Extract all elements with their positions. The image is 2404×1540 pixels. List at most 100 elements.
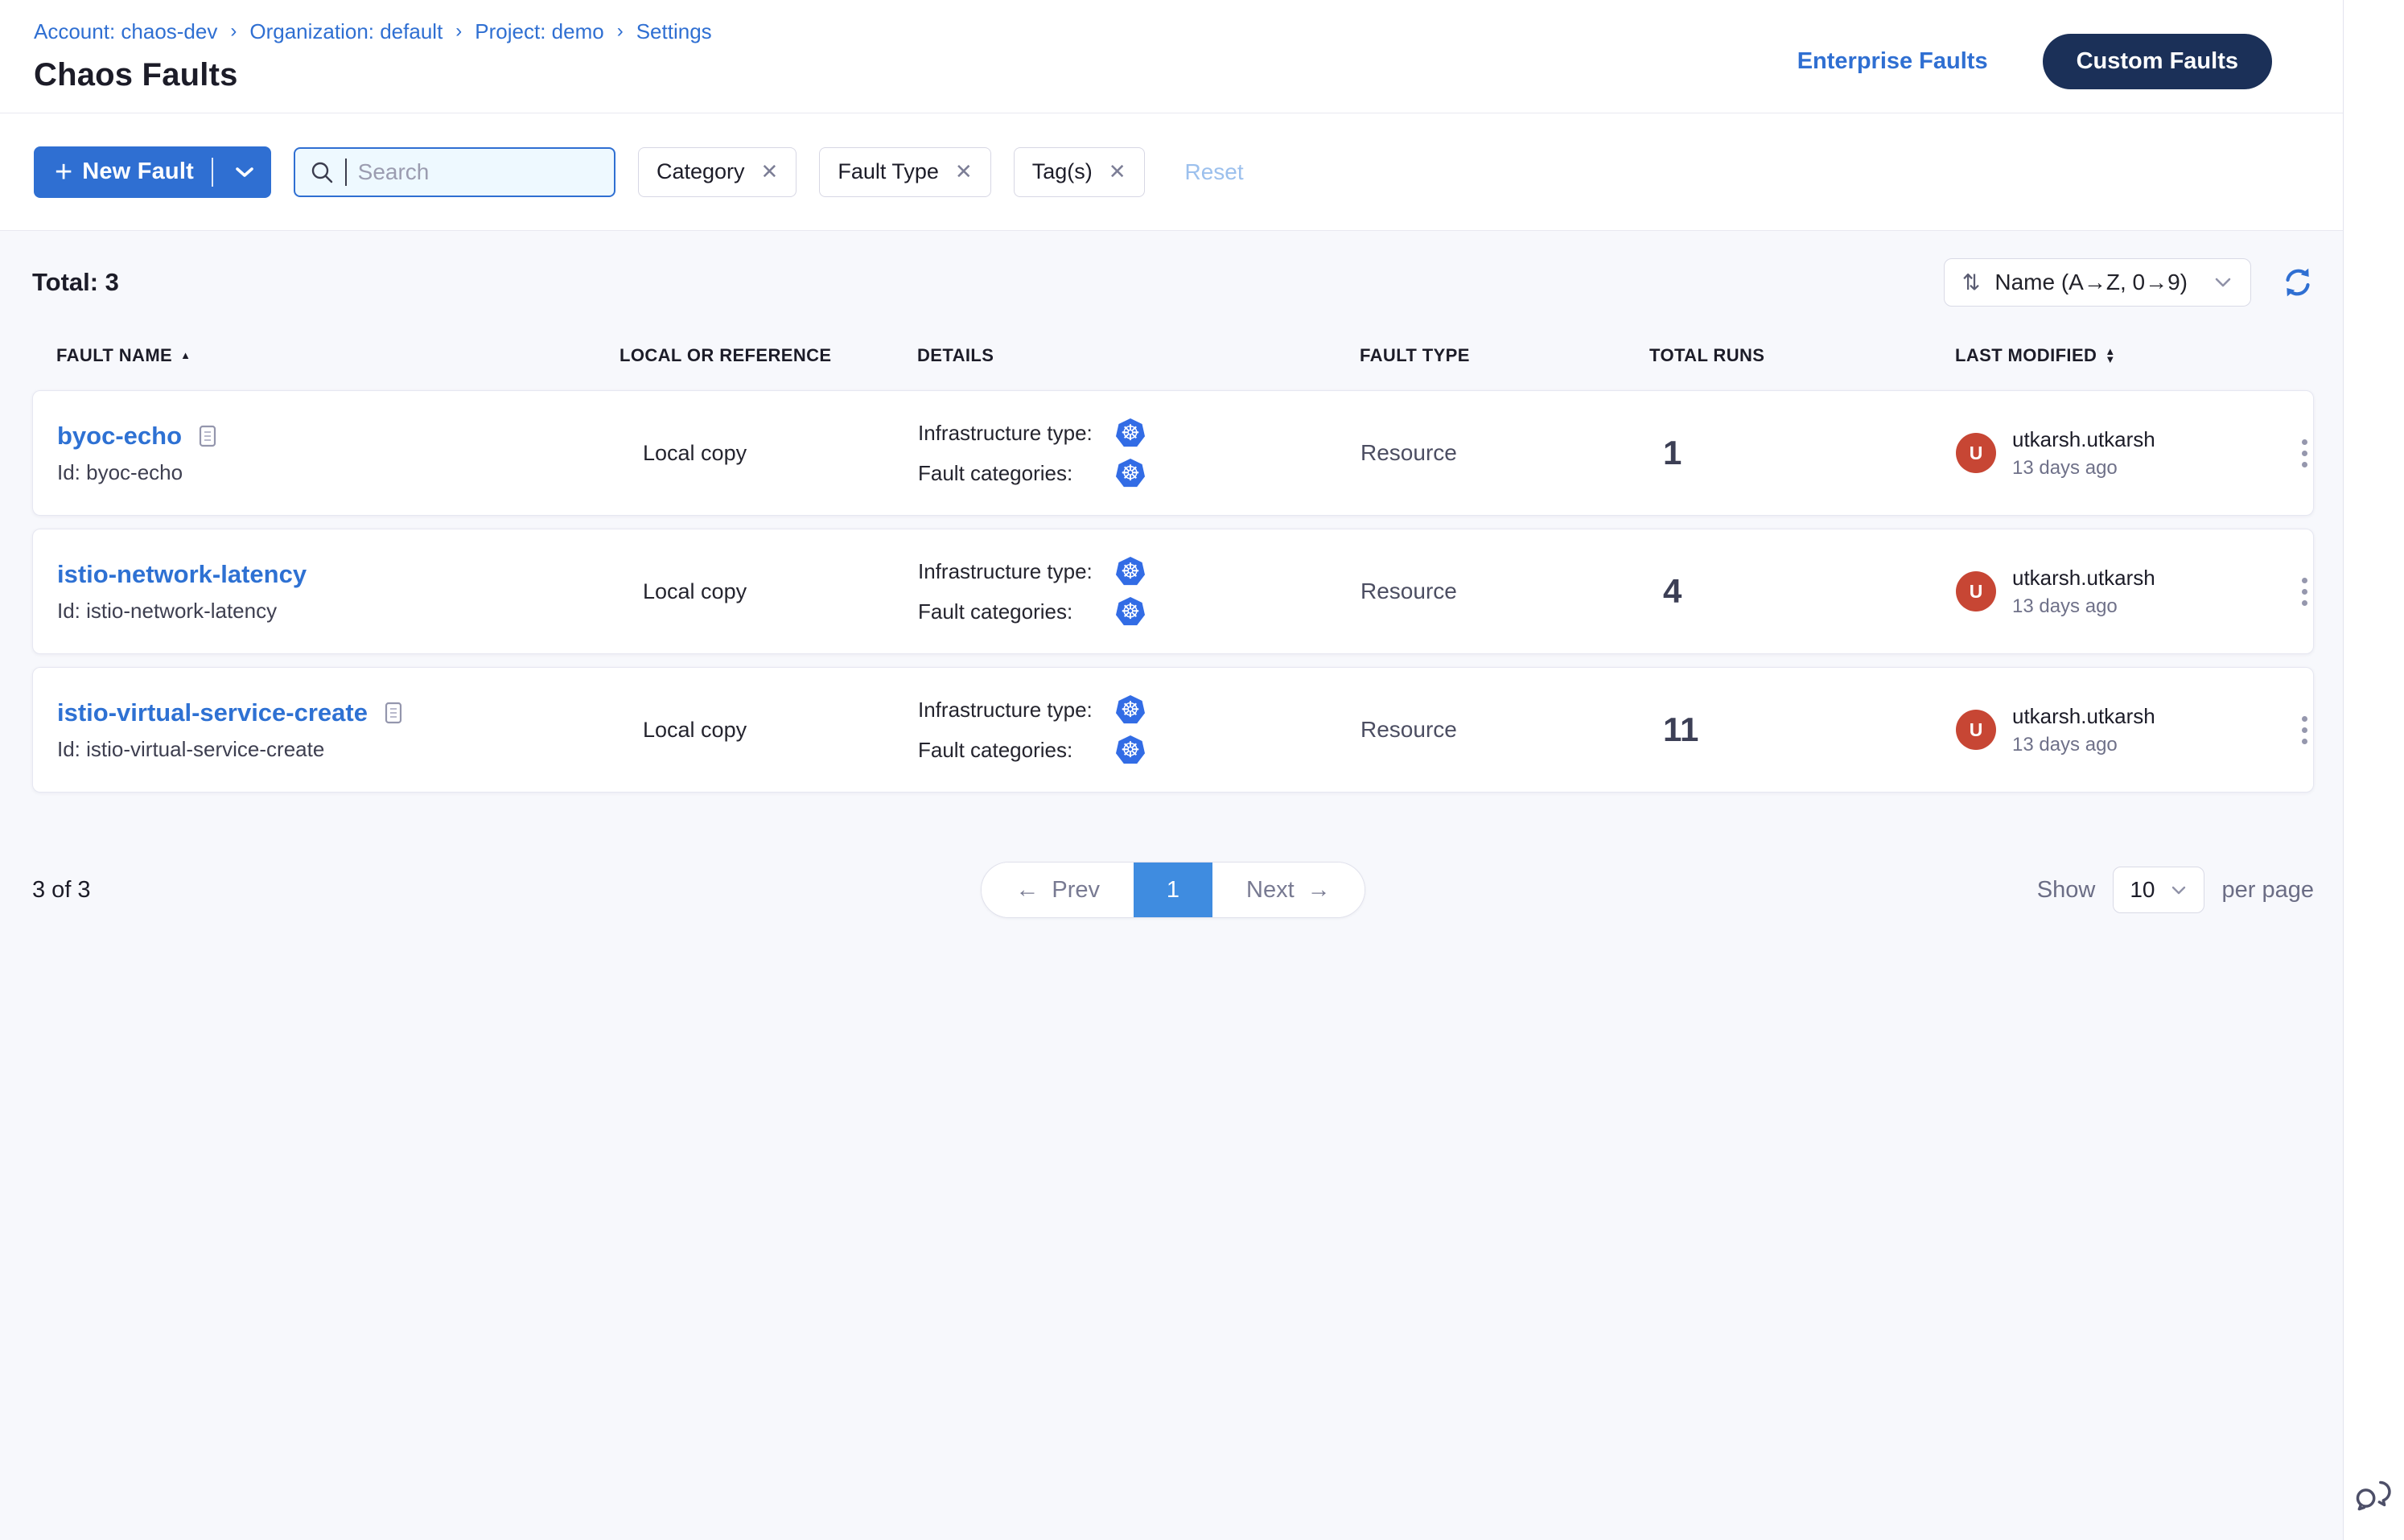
breadcrumb-separator-icon: › [230, 20, 237, 43]
column-header-details: DETAILS [917, 345, 1360, 366]
per-page-label: per page [2222, 877, 2315, 904]
toolbar: + New Fault Category ✕ Fault Type ✕ Tag(… [0, 113, 2343, 231]
breadcrumb-organization[interactable]: Organization: default [249, 19, 443, 44]
kubernetes-icon: ☸ [1116, 695, 1145, 724]
breadcrumb-settings[interactable]: Settings [636, 19, 712, 44]
header-actions: Enterprise Faults Custom Faults [1797, 34, 2272, 89]
table-header-row: FAULT NAME ▲ LOCAL OR REFERENCE DETAILS … [32, 345, 2314, 366]
next-label: Next [1246, 877, 1295, 904]
fault-type-cell: Resource [1360, 579, 1650, 604]
infrastructure-type-label: Infrastructure type: [918, 421, 1116, 446]
column-header-fault-name[interactable]: FAULT NAME ▲ [56, 345, 620, 366]
column-header-last-modified[interactable]: LAST MODIFIED ▲ ▼ [1955, 345, 2293, 366]
range-label: 3 of 3 [32, 877, 91, 903]
avatar: U [1956, 433, 1996, 473]
next-page-button[interactable]: Next → [1212, 863, 1365, 917]
breadcrumb-separator-icon: › [617, 20, 624, 43]
kubernetes-icon: ☸ [1116, 557, 1145, 586]
fault-type-cell: Resource [1360, 717, 1650, 743]
fault-name-link[interactable]: byoc-echo [57, 422, 182, 451]
table-row[interactable]: byoc-echo Id: byoc-echo Local copy Infra… [32, 390, 2314, 516]
filter-chip-label: Tag(s) [1032, 159, 1093, 184]
list-controls: Total: 3 ⇅ Name (A→Z, 0→9) [32, 258, 2314, 307]
pagination-range: 3 of 3 [32, 877, 981, 904]
last-modified-cell: U utkarsh.utkarsh 13 days ago [1956, 566, 2294, 618]
chat-support-icon[interactable] [2348, 1475, 2392, 1522]
copy-id-icon[interactable] [196, 423, 219, 449]
table-row[interactable]: istio-network-latency Id: istio-network-… [32, 529, 2314, 654]
fault-name-cell: byoc-echo Id: byoc-echo [57, 422, 620, 485]
column-header-fault-type: FAULT TYPE [1360, 345, 1649, 366]
sort-asc-icon: ▲ [180, 352, 191, 360]
kubernetes-icon: ☸ [1116, 597, 1145, 626]
main-content-area: Account: chaos-dev › Organization: defau… [0, 0, 2343, 1540]
plus-icon: + [55, 157, 72, 187]
sort-dropdown[interactable]: ⇅ Name (A→Z, 0→9) [1944, 258, 2251, 307]
page-size-dropdown[interactable]: 10 [2113, 867, 2204, 913]
refresh-button[interactable] [2282, 266, 2314, 299]
total-runs-cell: 1 [1650, 434, 1956, 472]
modified-by-user: utkarsh.utkarsh [2012, 427, 2155, 452]
local-or-reference-cell: Local copy [620, 441, 918, 466]
pagination: 3 of 3 ← Prev 1 Next → Show 10 pe [32, 862, 2314, 918]
fault-name-link[interactable]: istio-network-latency [57, 560, 307, 589]
local-or-reference-cell: Local copy [620, 579, 918, 604]
close-icon[interactable]: ✕ [955, 159, 973, 184]
prev-page-button[interactable]: ← Prev [982, 863, 1134, 917]
filter-chip-category[interactable]: Category ✕ [638, 147, 797, 197]
sort-selected-value: Name (A→Z, 0→9) [1994, 270, 2188, 295]
breadcrumb-separator-icon: › [455, 20, 462, 43]
breadcrumb-project[interactable]: Project: demo [475, 19, 603, 44]
fault-name-cell: istio-network-latency Id: istio-network-… [57, 560, 620, 624]
avatar: U [1956, 710, 1996, 750]
column-label: LOCAL OR REFERENCE [620, 345, 831, 366]
page-header: Account: chaos-dev › Organization: defau… [0, 0, 2343, 113]
row-menu-kebab-icon[interactable] [2294, 708, 2315, 752]
list-controls-right: ⇅ Name (A→Z, 0→9) [1944, 258, 2314, 307]
page-size-controls: Show 10 per page [1365, 867, 2314, 913]
reset-filters-button[interactable]: Reset [1185, 159, 1244, 185]
column-label: FAULT NAME [56, 345, 172, 366]
fault-name-cell: istio-virtual-service-create Id: istio-v… [57, 698, 620, 762]
fault-categories-label: Fault categories: [918, 738, 1116, 763]
custom-faults-button[interactable]: Custom Faults [2043, 34, 2272, 89]
search-box[interactable] [294, 147, 615, 197]
kubernetes-icon: ☸ [1116, 459, 1145, 488]
pager: ← Prev 1 Next → [981, 862, 1365, 918]
infrastructure-type-label: Infrastructure type: [918, 698, 1116, 723]
sort-both-icon: ▲ ▼ [2105, 348, 2115, 364]
chevron-down-icon[interactable] [226, 165, 263, 179]
breadcrumb-account[interactable]: Account: chaos-dev [34, 19, 217, 44]
filter-chip-tags[interactable]: Tag(s) ✕ [1014, 147, 1145, 197]
modified-time: 13 days ago [2012, 595, 2155, 618]
right-arrow-icon: → [1307, 877, 1331, 904]
filter-chip-fault-type[interactable]: Fault Type ✕ [819, 147, 990, 197]
fault-list-section: Total: 3 ⇅ Name (A→Z, 0→9) [0, 231, 2343, 1540]
fault-id: Id: byoc-echo [57, 460, 620, 485]
total-count: Total: 3 [32, 268, 119, 297]
show-label: Show [2037, 877, 2096, 904]
close-icon[interactable]: ✕ [761, 159, 779, 184]
enterprise-faults-link[interactable]: Enterprise Faults [1797, 48, 1988, 75]
page-number-button[interactable]: 1 [1134, 863, 1212, 917]
search-input[interactable] [358, 159, 599, 185]
new-fault-button[interactable]: + New Fault [34, 146, 271, 198]
local-or-reference-cell: Local copy [620, 718, 918, 743]
search-icon [310, 160, 334, 184]
filter-chip-label: Category [657, 159, 745, 184]
text-caret [345, 159, 347, 186]
sort-arrows-icon: ⇅ [1962, 270, 1981, 295]
fault-id: Id: istio-virtual-service-create [57, 737, 620, 762]
modified-by-user: utkarsh.utkarsh [2012, 566, 2155, 591]
copy-id-icon[interactable] [382, 700, 405, 726]
kubernetes-icon: ☸ [1116, 418, 1145, 447]
table-row[interactable]: istio-virtual-service-create Id: istio-v… [32, 667, 2314, 793]
button-divider [212, 158, 213, 187]
row-menu-kebab-icon[interactable] [2294, 570, 2315, 614]
fault-id: Id: istio-network-latency [57, 599, 620, 624]
close-icon[interactable]: ✕ [1109, 159, 1126, 184]
kubernetes-icon: ☸ [1116, 735, 1145, 764]
row-menu-kebab-icon[interactable] [2294, 431, 2315, 476]
fault-name-link[interactable]: istio-virtual-service-create [57, 698, 368, 727]
column-label: FAULT TYPE [1360, 345, 1470, 366]
